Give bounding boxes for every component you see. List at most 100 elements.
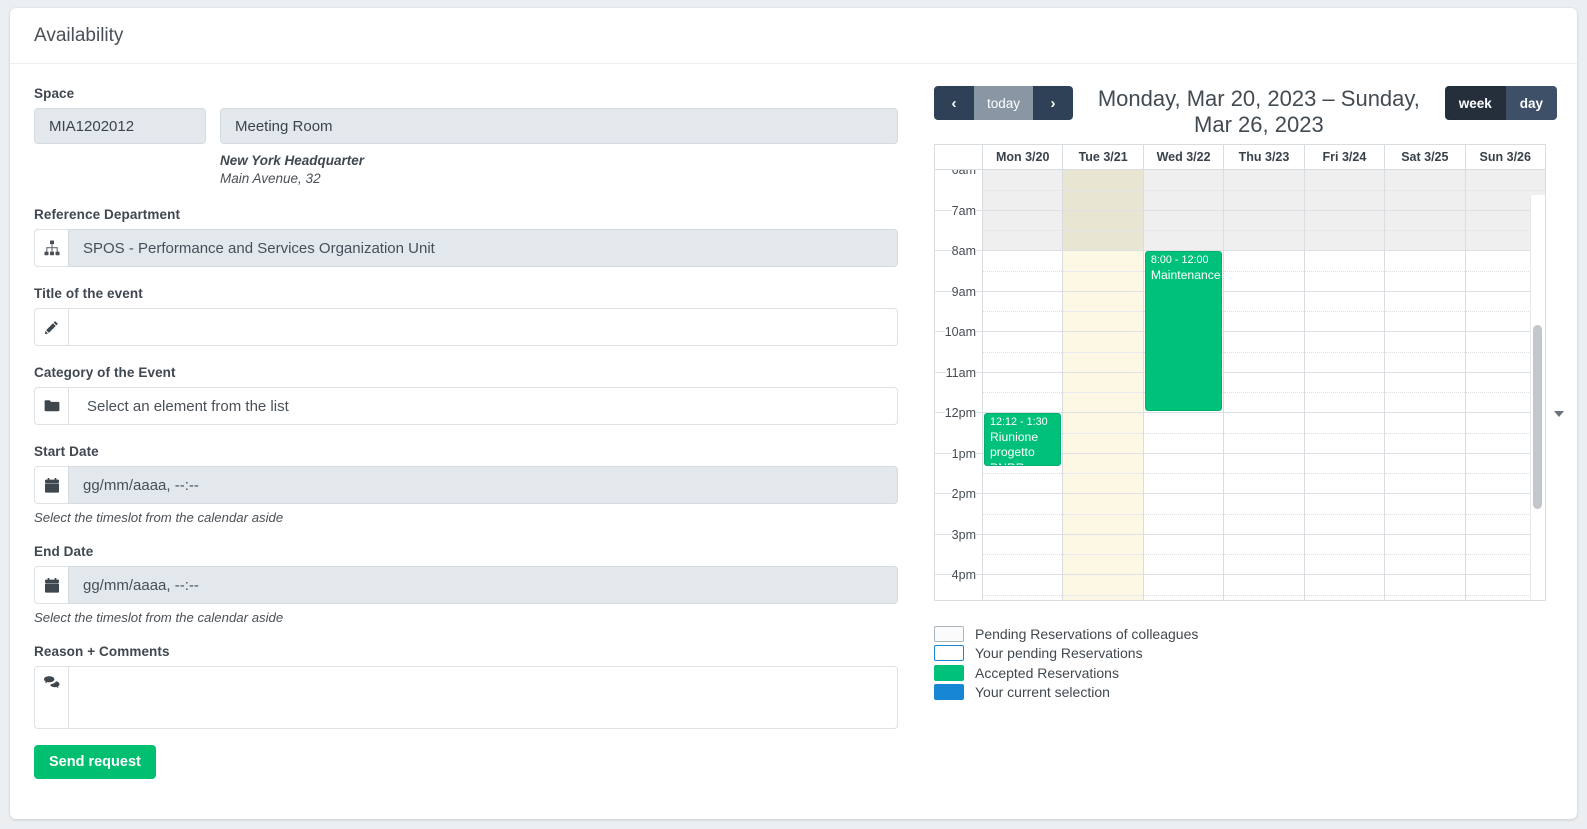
- title-input[interactable]: [68, 308, 898, 347]
- calendar-scrollbar-thumb[interactable]: [1533, 325, 1542, 509]
- hour-cell[interactable]: [1224, 575, 1305, 600]
- day-column-3[interactable]: [1224, 170, 1305, 600]
- hour-cell[interactable]: [983, 251, 1063, 292]
- calendar-icon: [34, 466, 68, 505]
- space-code-field[interactable]: MIA1202012: [34, 108, 206, 144]
- hour-cell[interactable]: [1224, 292, 1305, 332]
- hour-cell[interactable]: [983, 170, 1063, 211]
- day-header-2: Wed 3/22: [1144, 145, 1225, 169]
- calendar-event[interactable]: 8:00 - 12:00 Maintenance: [1144, 251, 1223, 411]
- day-column-5[interactable]: [1385, 170, 1466, 600]
- calendar-event[interactable]: 12:12 - 1:30Riunione progetto PNRR: [984, 413, 1062, 466]
- hour-cell[interactable]: [1385, 454, 1465, 494]
- hour-cell[interactable]: [1385, 373, 1465, 413]
- hour-cell[interactable]: [1224, 494, 1305, 535]
- space-name-field[interactable]: Meeting Room: [220, 108, 898, 144]
- hour-cell[interactable]: [983, 210, 1063, 251]
- hour-cell[interactable]: [1385, 251, 1465, 292]
- hour-cell[interactable]: [1063, 494, 1144, 535]
- hour-cell[interactable]: [1063, 413, 1144, 454]
- hour-cell[interactable]: [983, 575, 1063, 600]
- hour-cell[interactable]: [983, 292, 1063, 332]
- hour-cell[interactable]: [1385, 210, 1465, 251]
- hour-cell[interactable]: [1224, 170, 1305, 211]
- view-day-button[interactable]: day: [1505, 86, 1557, 120]
- space-location: New York Headquarter Main Avenue, 32: [220, 152, 898, 188]
- title-group: [34, 308, 898, 347]
- prev-week-button[interactable]: ‹: [934, 86, 974, 120]
- day-column-4[interactable]: [1304, 170, 1386, 600]
- department-label: Reference Department: [34, 207, 181, 223]
- hour-cell[interactable]: [1143, 454, 1224, 494]
- hour-cell[interactable]: [1385, 494, 1465, 535]
- day-column-1[interactable]: [1063, 170, 1144, 600]
- hour-cell[interactable]: [983, 494, 1063, 535]
- today-button[interactable]: today: [974, 86, 1034, 120]
- hour-cell[interactable]: [1063, 535, 1144, 575]
- end-date-field[interactable]: gg/mm/aaaa, --:--: [68, 566, 898, 605]
- hour-cell[interactable]: [1304, 373, 1385, 413]
- next-week-button[interactable]: ›: [1033, 86, 1074, 120]
- hour-cell[interactable]: [1063, 251, 1144, 292]
- hour-cell[interactable]: [1304, 251, 1385, 292]
- hour-cell[interactable]: [1385, 413, 1465, 454]
- day-column-0[interactable]: 12:12 - 1:30Riunione progetto PNRR: [983, 170, 1064, 600]
- hour-cell[interactable]: [1143, 210, 1224, 251]
- comments-textarea[interactable]: [68, 666, 898, 730]
- hour-cell[interactable]: [1063, 373, 1144, 413]
- hour-cell[interactable]: [1063, 332, 1144, 373]
- calendar-grid: Mon 3/20 Tue 3/21 Wed 3/22 Thu 3/23 Fri 3/24…: [934, 144, 1546, 601]
- hour-cell[interactable]: [1063, 210, 1144, 251]
- hour-cell[interactable]: [1304, 170, 1385, 211]
- hour-cell[interactable]: [1224, 373, 1305, 413]
- department-group: SPOS - Performance and Services Organiza…: [34, 229, 898, 268]
- day-header-4: Fri 3/24: [1305, 145, 1386, 169]
- hour-cell[interactable]: [1143, 575, 1224, 600]
- hour-cell[interactable]: [1385, 170, 1465, 211]
- day-column-2[interactable]: 8:00 - 12:00 Maintenance: [1143, 170, 1225, 600]
- legend-item-2: Accepted Reservations: [934, 663, 1563, 683]
- hour-cell[interactable]: [1304, 332, 1385, 373]
- hour-cell[interactable]: [1063, 575, 1144, 600]
- hour-cell[interactable]: [1143, 413, 1224, 454]
- hour-cell[interactable]: [1063, 454, 1144, 494]
- space-row: MIA1202012 Meeting Room: [34, 108, 898, 144]
- hour-cell[interactable]: [1385, 535, 1465, 575]
- hour-cell[interactable]: [1304, 413, 1385, 454]
- category-select[interactable]: Select an element from the list: [68, 387, 898, 426]
- hour-cell[interactable]: [1143, 170, 1224, 211]
- hour-cell[interactable]: [1385, 332, 1465, 373]
- end-date-hint: Select the timeslot from the calendar as…: [34, 610, 284, 626]
- hour-cell[interactable]: [1385, 575, 1465, 600]
- hour-cell[interactable]: [1304, 494, 1385, 535]
- hour-cell[interactable]: [1224, 535, 1305, 575]
- send-request-button[interactable]: Send request: [34, 745, 156, 780]
- hour-cell[interactable]: [1304, 535, 1385, 575]
- hour-cell[interactable]: [1063, 170, 1144, 211]
- hour-cell[interactable]: [1304, 292, 1385, 332]
- department-field[interactable]: SPOS - Performance and Services Organiza…: [68, 229, 898, 268]
- hour-cell[interactable]: [1143, 494, 1224, 535]
- view-week-button[interactable]: week: [1444, 86, 1506, 120]
- hour-cell[interactable]: [1224, 210, 1305, 251]
- title-block: Title of the event: [34, 286, 898, 347]
- hour-cell[interactable]: [1224, 454, 1305, 494]
- hour-cell[interactable]: [1224, 251, 1305, 292]
- legend-swatch: [934, 684, 964, 701]
- start-date-field[interactable]: gg/mm/aaaa, --:--: [68, 466, 898, 505]
- hour-cell[interactable]: [983, 535, 1063, 575]
- hour-cell[interactable]: [1143, 535, 1224, 575]
- hour-cell[interactable]: [1063, 292, 1144, 332]
- hour-cell[interactable]: [983, 373, 1063, 413]
- hour-cell[interactable]: [1224, 413, 1305, 454]
- hour-cell[interactable]: [1224, 332, 1305, 373]
- hour-cell[interactable]: [1304, 210, 1385, 251]
- hour-cell[interactable]: [1304, 454, 1385, 494]
- hour-cell[interactable]: [1304, 575, 1385, 600]
- calendar-nav-group: ‹ today ›: [934, 86, 1074, 120]
- hour-cell[interactable]: [1385, 292, 1465, 332]
- hour-cell[interactable]: [983, 332, 1063, 373]
- calendar-scrollbar-track[interactable]: [1530, 195, 1545, 600]
- calendar-scroll-area[interactable]: 6am 7am 8am 9am 10am 11am 12pm 1pm 2pm 3pm 4pm 12:…: [935, 170, 1545, 600]
- calendar-icon: [34, 566, 68, 605]
